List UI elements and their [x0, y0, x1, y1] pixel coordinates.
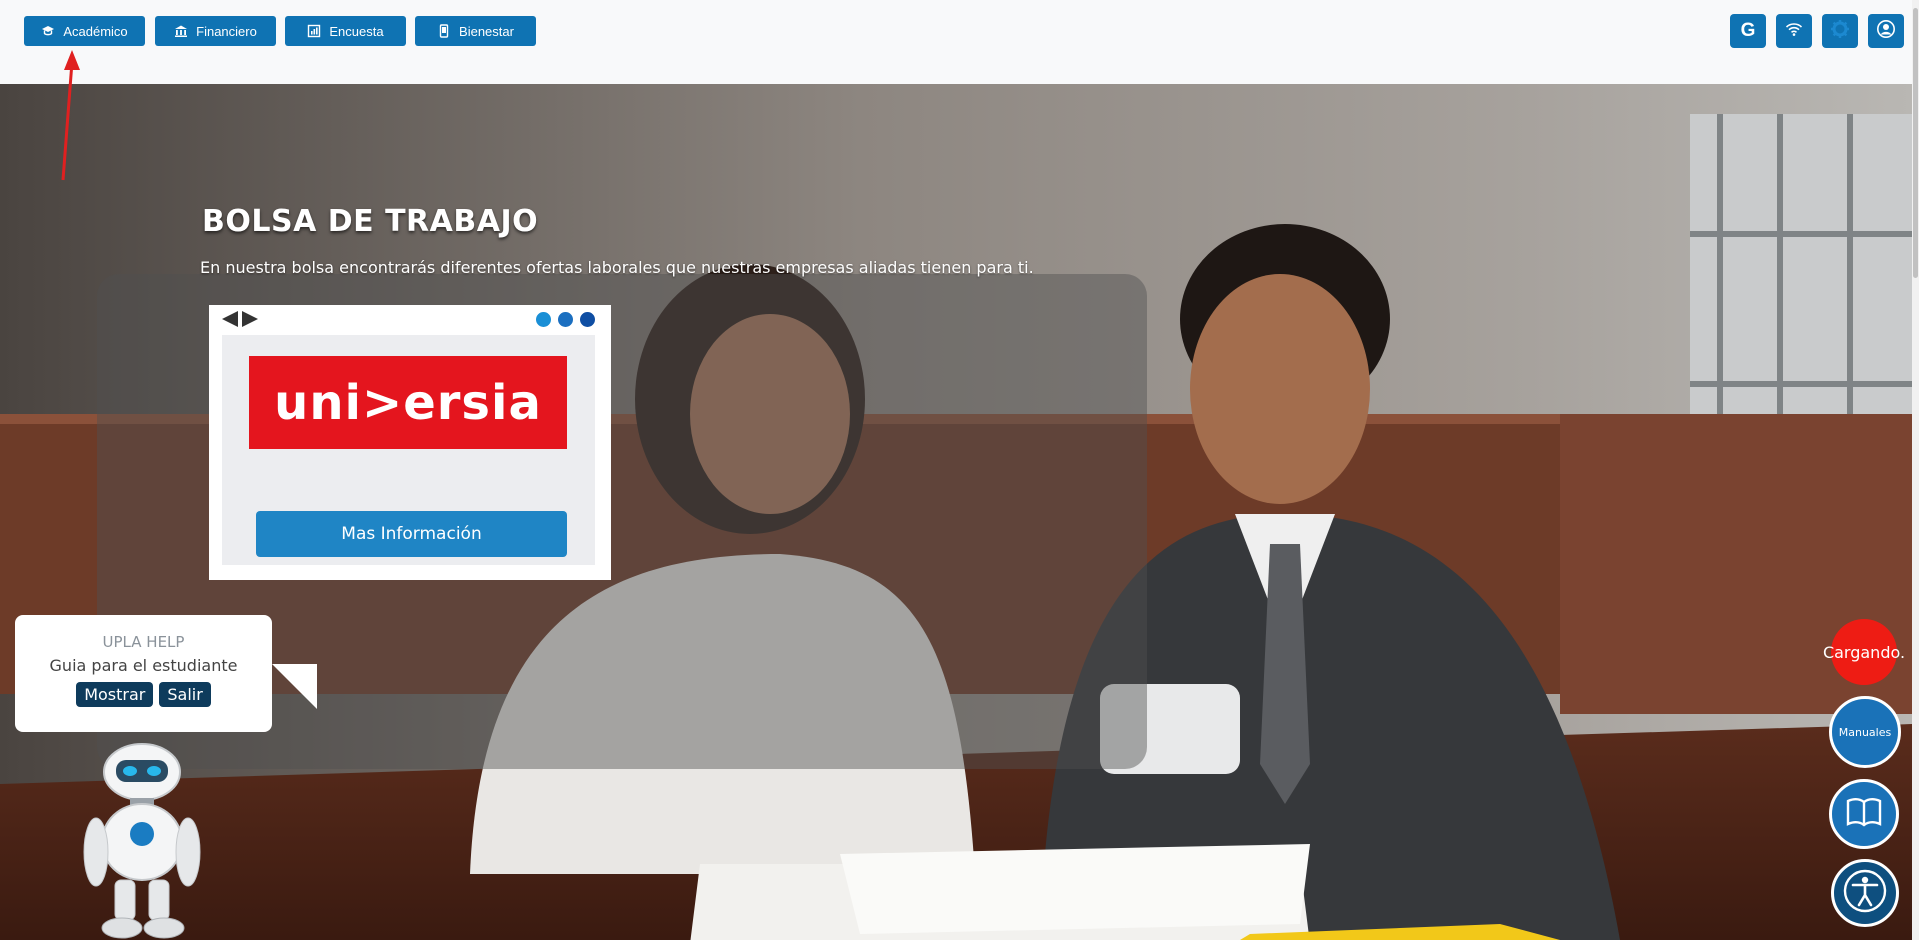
nav-academico-label: Académico	[63, 23, 128, 39]
help-subtitle: Guia para el estudiante	[49, 656, 238, 675]
universia-logo: uni>ersia	[249, 356, 567, 449]
exit-guide-button[interactable]: Salir	[159, 682, 211, 707]
carousel-dot[interactable]	[558, 312, 573, 327]
nav-bienestar-label: Bienestar	[459, 23, 514, 39]
survey-icon	[307, 24, 321, 38]
speech-bubble-tail	[272, 664, 317, 709]
carousel-dot[interactable]	[536, 312, 551, 327]
book-icon	[1846, 797, 1882, 831]
scrollbar-thumb[interactable]	[1913, 8, 1918, 278]
hero-title: BOLSA DE TRABAJO	[202, 204, 539, 239]
manuals-button[interactable]: Manuales	[1829, 696, 1901, 768]
card-content: uni>ersia Mas Información	[222, 335, 595, 565]
nav-bienestar-button[interactable]: Bienestar	[415, 16, 536, 46]
graduation-cap-icon	[41, 24, 55, 38]
carousel-dots	[536, 312, 595, 327]
job-offer-card: uni>ersia Mas Información	[209, 305, 611, 580]
accessibility-icon	[1842, 868, 1888, 918]
show-guide-button[interactable]: Mostrar	[76, 682, 154, 707]
google-icon: G	[1740, 20, 1756, 41]
gear-icon	[1830, 19, 1850, 43]
help-widget: UPLA HELP Guia para el estudiante Mostra…	[15, 615, 272, 732]
nav-encuesta-button[interactable]: Encuesta	[285, 16, 406, 46]
user-icon	[1876, 19, 1896, 43]
nav-financiero-button[interactable]: Financiero	[155, 16, 276, 46]
hero-subtitle: En nuestra bolsa encontrarás diferentes …	[200, 258, 1034, 277]
loading-button[interactable]: Cargando.	[1823, 619, 1905, 685]
top-navigation-bar: Académico Financiero Encuesta Bienestar …	[0, 0, 1919, 84]
carousel-dot[interactable]	[580, 312, 595, 327]
arrow-right-icon[interactable]	[241, 311, 259, 331]
bank-icon	[174, 24, 188, 38]
nav-academico-button[interactable]: Académico	[24, 16, 145, 46]
accessibility-button[interactable]	[1831, 859, 1899, 927]
annotation-arrow-icon	[61, 50, 80, 181]
arrow-left-icon[interactable]	[221, 311, 239, 331]
google-button[interactable]: G	[1730, 14, 1766, 48]
wifi-button[interactable]	[1776, 14, 1812, 48]
phone-icon	[437, 24, 451, 38]
robot-mascot-icon[interactable]	[60, 742, 220, 940]
nav-encuesta-label: Encuesta	[329, 23, 384, 39]
more-info-button[interactable]: Mas Información	[256, 511, 567, 557]
book-button[interactable]	[1829, 779, 1899, 849]
wifi-icon	[1785, 21, 1803, 41]
help-title: UPLA HELP	[102, 633, 185, 651]
nav-financiero-label: Financiero	[196, 23, 257, 39]
user-button[interactable]	[1868, 14, 1904, 48]
settings-button[interactable]	[1822, 14, 1858, 48]
carousel-controls	[221, 311, 259, 331]
